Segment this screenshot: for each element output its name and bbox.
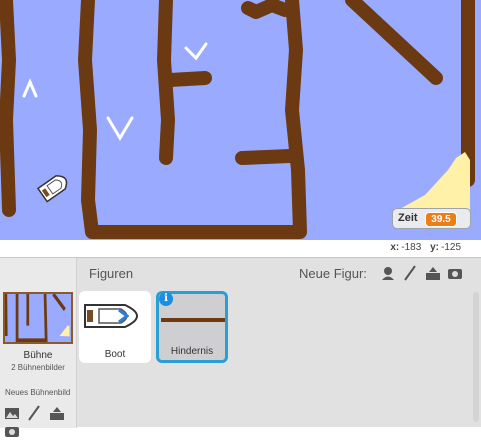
backdrop-tools	[4, 404, 76, 440]
x-label: x:	[390, 242, 400, 253]
monitor-value: 39.5	[425, 212, 457, 227]
camera-icon[interactable]	[4, 423, 20, 439]
stage-backdrop	[0, 0, 481, 240]
sprite-panel: Bühne 2 Bühnenbilder Neues Bühnenbild Fi…	[0, 257, 481, 437]
sprite-library-icon[interactable]	[380, 265, 396, 281]
upload-icon[interactable]	[425, 265, 441, 281]
info-icon[interactable]: i	[159, 292, 173, 306]
sprite-name: Hindernis	[170, 346, 214, 357]
stage-name: Bühne	[23, 350, 53, 361]
sprites-title: Figuren	[89, 266, 134, 281]
x-value: -183	[401, 242, 422, 253]
y-value: -125	[440, 242, 461, 253]
paint-icon[interactable]	[26, 405, 42, 421]
monitor-label: Zeit	[398, 212, 418, 224]
backdrop-library-icon[interactable]	[4, 405, 20, 421]
stage-thumbnail-image	[5, 294, 71, 342]
camera-icon[interactable]	[447, 265, 463, 281]
backdrop-count: 2 Bühnenbilder	[11, 363, 65, 372]
stage-thumbnail[interactable]	[3, 292, 73, 344]
sprite-tile-hindernis[interactable]: i Hindernis	[156, 291, 228, 363]
sprites-scrollbar[interactable]	[473, 292, 479, 422]
new-sprite-tools	[380, 264, 465, 282]
boat-thumbnail	[84, 304, 138, 328]
y-label: y:	[430, 242, 439, 253]
stage-column: Bühne 2 Bühnenbilder Neues Bühnenbild	[0, 258, 77, 437]
sprite-name: Boot	[104, 349, 126, 360]
upload-icon[interactable]	[49, 405, 65, 421]
sprites-header: Figuren Neue Figur:	[77, 258, 481, 290]
paint-icon[interactable]	[402, 265, 418, 281]
variable-monitor: Zeit 39.5	[392, 208, 471, 229]
stage[interactable]: Zeit 39.5	[0, 0, 481, 240]
mouse-coordinates: x: -183 y: -125	[390, 242, 467, 253]
new-sprite-label: Neue Figur:	[299, 266, 367, 281]
sprite-tile-boot[interactable]: Boot	[79, 291, 151, 363]
new-backdrop-label: Neues Bühnenbild	[5, 388, 71, 397]
